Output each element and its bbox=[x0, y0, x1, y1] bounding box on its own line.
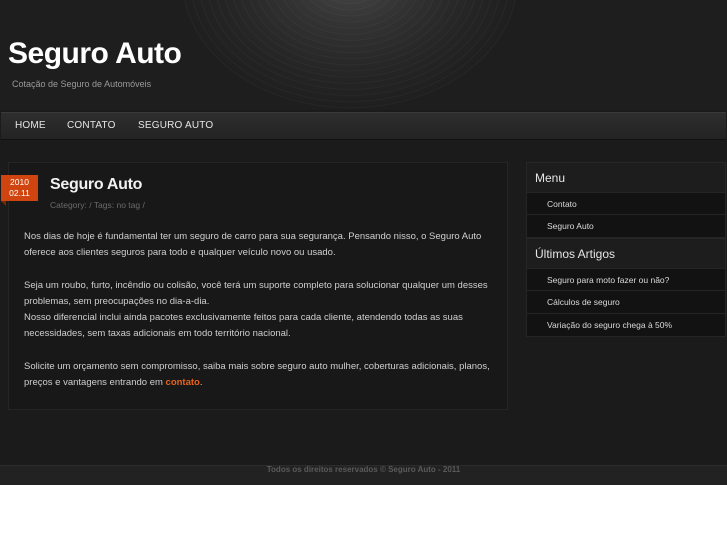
widget-title-articles: Últimos Artigos bbox=[526, 238, 726, 268]
post-date-badge: 2010 02.11 bbox=[1, 175, 38, 206]
site-title[interactable]: Seguro Auto bbox=[8, 36, 182, 72]
nav-item-seguro-auto[interactable]: SEGURO AUTO bbox=[138, 113, 213, 139]
post-date-day: 02.11 bbox=[9, 188, 30, 198]
main-nav: HOME CONTATO SEGURO AUTO bbox=[1, 112, 726, 140]
post-title[interactable]: Seguro Auto bbox=[50, 176, 142, 194]
sidebar-item-seguro-auto[interactable]: Seguro Auto bbox=[526, 215, 726, 238]
sidebar-article-variacao[interactable]: Variação do seguro chega à 50% bbox=[526, 314, 726, 337]
post-meta: Category: / Tags: no tag / bbox=[50, 200, 145, 210]
sidebar: Menu Contato Seguro Auto Últimos Artigos… bbox=[526, 162, 726, 337]
post-paragraph-suffix: . bbox=[199, 377, 203, 389]
nav-item-home[interactable]: HOME bbox=[15, 113, 46, 139]
page: Seguro Auto Cotação de Seguro de Automóv… bbox=[0, 0, 727, 485]
site-footer: Todos os direitos reservados © Seguro Au… bbox=[0, 465, 727, 485]
post-body: Nos dias de hoje é fundamental ter um se… bbox=[24, 229, 496, 407]
post-paragraph: Nos dias de hoje é fundamental ter um se… bbox=[24, 231, 482, 259]
sidebar-article-moto[interactable]: Seguro para moto fazer ou não? bbox=[526, 268, 726, 291]
menu-list: Contato Seguro Auto bbox=[526, 192, 726, 238]
post-paragraph-text: Seja um roubo, furto, incêndio ou colisã… bbox=[24, 279, 488, 307]
footer-copyright: Todos os direitos reservados © Seguro Au… bbox=[266, 465, 461, 474]
post-date-year: 2010 bbox=[10, 177, 29, 187]
date-badge-fold bbox=[1, 201, 6, 206]
post-paragraph: Nosso diferencial inclui ainda pacotes e… bbox=[24, 312, 463, 340]
header-rings-decoration bbox=[180, 0, 520, 110]
post-paragraph: Solicite um orçamento sem compromisso, s… bbox=[24, 359, 496, 392]
nav-item-contato[interactable]: CONTATO bbox=[67, 113, 116, 139]
contato-link[interactable]: contato bbox=[166, 377, 200, 388]
post-paragraph: Seja um roubo, furto, incêndio ou colisã… bbox=[24, 278, 496, 311]
post-paragraph-text: Solicite um orçamento sem compromisso, s… bbox=[24, 360, 490, 389]
sidebar-item-contato[interactable]: Contato bbox=[526, 192, 726, 215]
site-description: Cotação de Seguro de Automóveis bbox=[12, 79, 152, 89]
site-header: Seguro Auto Cotação de Seguro de Automóv… bbox=[0, 0, 727, 110]
articles-list: Seguro para moto fazer ou não? Cálculos … bbox=[526, 268, 726, 337]
sidebar-article-calculos[interactable]: Cálculos de seguro bbox=[526, 291, 726, 314]
widget-title-menu: Menu bbox=[526, 162, 726, 192]
